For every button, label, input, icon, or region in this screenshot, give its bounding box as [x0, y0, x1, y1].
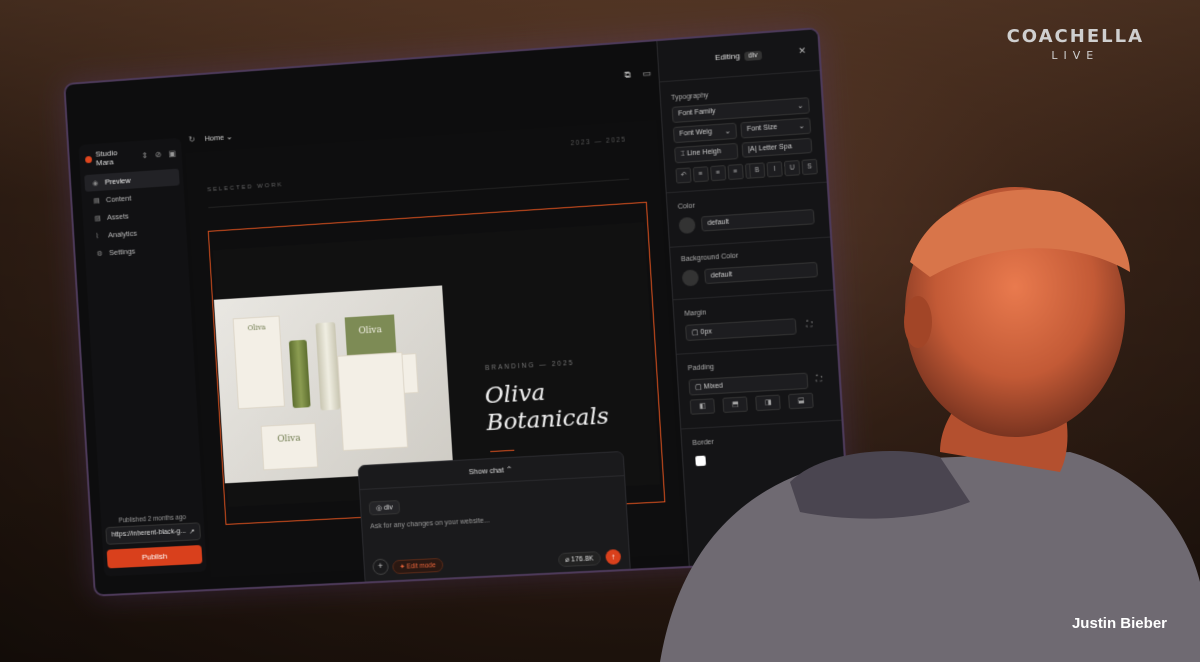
workspace-logo-icon — [84, 155, 93, 163]
padding-bottom-icon[interactable]: ⬓ — [788, 392, 814, 410]
mockup-card: Oliva — [232, 315, 285, 410]
image-icon: ▨ — [94, 214, 102, 223]
text-style-group: B I U S — [748, 158, 818, 179]
letter-spacing-icon: |A| — [747, 145, 759, 154]
divider — [681, 419, 842, 430]
line-height-input[interactable]: ⌶ Line Heigh — [674, 142, 739, 164]
background-color-input[interactable]: default — [704, 261, 819, 285]
mockup-bottle — [288, 339, 311, 409]
sidebar-item-label: Analytics — [107, 228, 138, 240]
color-input[interactable]: default — [700, 209, 815, 232]
refresh-icon[interactable]: ↻ — [188, 135, 195, 144]
padding-left-icon[interactable]: ◧ — [689, 398, 716, 415]
panel-header: Editing div — [658, 45, 818, 66]
selected-element-tag[interactable]: ◎ div — [368, 499, 401, 516]
top-toolbar: ⧉ ▭ — [182, 68, 656, 122]
chevron-down-icon: ⌄ — [797, 102, 804, 111]
margin-label: Margin — [684, 309, 707, 318]
performer-name-caption: Justin Bieber — [1071, 615, 1167, 632]
align-center-icon[interactable]: ≡ — [710, 165, 727, 182]
monitor-screen: Studio Mara ⇕ ⊘ ▣ ◉ Preview ▤ Content ▨ … — [63, 27, 853, 597]
divider — [666, 181, 827, 194]
underline-icon[interactable]: U — [783, 160, 801, 177]
chat-input[interactable]: Ask for any changes on your website... — [370, 517, 490, 530]
margin-input[interactable]: ▢ 0px — [685, 318, 797, 342]
edit-mode-button[interactable]: ✦ Edit mode — [392, 557, 444, 575]
send-button[interactable]: ↑ — [605, 549, 622, 565]
document-icon: ▤ — [93, 197, 101, 205]
color-label: Color — [677, 202, 696, 211]
years-range: 2023 — 2025 — [570, 136, 627, 148]
device-preview-icon[interactable]: ▭ — [642, 68, 651, 80]
collapse-padding-icon[interactable]: ⛶ — [816, 374, 822, 384]
chevron-down-icon: ⌄ — [798, 122, 805, 131]
add-attachment-button[interactable]: + — [372, 558, 389, 576]
padding-top-icon[interactable]: ⬒ — [722, 396, 748, 413]
workspace-name: Studio Mara — [95, 148, 118, 168]
background-color-swatch[interactable] — [681, 269, 700, 287]
divider — [659, 69, 820, 83]
close-icon[interactable]: ✕ — [798, 45, 806, 57]
project-title: Oliva Botanicals — [484, 379, 610, 437]
padding-input[interactable]: ▢ Mixed — [688, 372, 809, 396]
typography-label: Typography — [670, 92, 709, 102]
mockup-letter — [337, 351, 409, 452]
publish-button[interactable]: Publish — [106, 544, 203, 569]
padding-right-icon[interactable]: ◨ — [755, 394, 781, 412]
strikethrough-icon[interactable]: S — [801, 158, 818, 176]
site-url-link[interactable]: https://inherent-black-g... ↗ — [105, 522, 202, 545]
chevron-down-icon: ⌄ — [225, 132, 233, 142]
panel-toggle-icon[interactable]: ▣ — [168, 149, 176, 158]
gear-icon: ⚙ — [96, 250, 103, 258]
divider — [673, 289, 834, 301]
padding-label: Padding — [687, 363, 715, 373]
element-tag: div — [743, 50, 762, 62]
page-name: Home — [204, 132, 225, 144]
chart-icon: ⌇ — [95, 232, 100, 240]
mockup-card: Oliva — [260, 422, 319, 471]
hide-icon[interactable]: ⊘ — [155, 150, 162, 159]
site-url: https://inherent-black-g... — [111, 527, 187, 539]
chevron-updown-icon[interactable]: ⇕ — [141, 151, 148, 160]
broadcast-logo: COACHELLA LIVE — [1007, 26, 1144, 62]
divider — [670, 236, 831, 248]
expand-margin-icon[interactable]: ⛶ — [806, 319, 812, 330]
logo-line2: LIVE — [1051, 49, 1100, 62]
padding-icon: ▢ — [694, 383, 705, 392]
undo-icon[interactable]: ↶ — [675, 167, 692, 184]
sidebar-item-label: Assets — [106, 211, 129, 222]
sidebar-item-label: Preview — [104, 175, 131, 187]
mockup-bottle — [315, 322, 341, 411]
border-color-swatch[interactable] — [695, 455, 707, 467]
chevron-down-icon: ⌄ — [724, 128, 731, 136]
chat-panel: Show chat ⌃ ◎ div Ask for any changes on… — [357, 450, 632, 587]
margin-icon: ▢ — [691, 329, 701, 337]
background-color-label: Background Color — [680, 252, 739, 264]
bold-icon[interactable]: B — [748, 162, 766, 179]
logo-line1: COACHELLA — [1006, 26, 1144, 47]
sidebar-item-label: Settings — [108, 246, 136, 258]
eye-icon: ◉ — [92, 179, 99, 187]
page-selector[interactable]: ↻ Home ⌄ — [188, 132, 232, 144]
align-right-icon[interactable]: ≡ — [727, 163, 744, 181]
font-size-select[interactable]: Font Size ⌄ — [740, 117, 812, 139]
color-swatch[interactable] — [678, 216, 696, 235]
chevron-up-icon: ⌃ — [505, 464, 513, 475]
project-image: Oliva Oliva Oliva Oliva — [213, 285, 454, 484]
border-label: Border — [692, 438, 715, 448]
token-count: ⌀ 176.8K — [557, 551, 602, 568]
external-link-icon: ↗ — [188, 528, 195, 536]
open-external-icon[interactable]: ⧉ — [624, 69, 631, 81]
sidebar-item-label: Content — [105, 193, 132, 205]
align-left-icon[interactable]: ≡ — [692, 166, 709, 183]
padding-sides-group: ◧ ⬒ ◨ ⬓ — [689, 392, 814, 415]
divider — [676, 344, 837, 355]
italic-icon[interactable]: I — [766, 161, 783, 178]
letter-spacing-input[interactable]: |A| Letter Spa — [741, 137, 813, 158]
properties-panel: Editing div ✕ Typography Font Family ⌄ Fon… — [656, 29, 851, 566]
font-weight-select[interactable]: Font Weig ⌄ — [672, 122, 738, 144]
section-label: SELECTED WORK — [207, 182, 284, 194]
sidebar: Studio Mara ⇕ ⊘ ▣ ◉ Preview ▤ Content ▨ … — [78, 137, 207, 577]
